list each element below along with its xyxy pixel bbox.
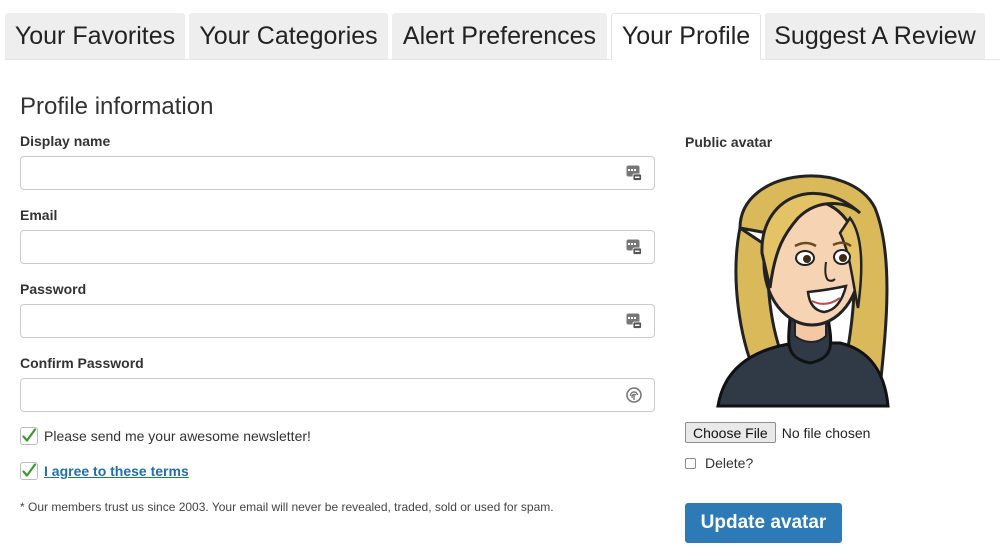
fingerprint-icon[interactable] (626, 387, 642, 403)
delete-avatar-row: Delete? (685, 455, 753, 471)
avatar-image (716, 174, 890, 408)
privacy-footnote: * Our members trust us since 2003. Your … (20, 500, 554, 514)
password-field-wrapper (20, 304, 655, 338)
file-status: No file chosen (781, 424, 871, 441)
newsletter-checkbox[interactable] (20, 427, 38, 445)
email-label: Email (20, 207, 58, 223)
display-name-input[interactable] (29, 158, 623, 190)
public-avatar-label: Public avatar (685, 134, 773, 150)
terms-checkbox[interactable] (20, 462, 38, 480)
newsletter-label: Please send me your awesome newsletter! (44, 428, 311, 444)
update-avatar-button[interactable]: Update avatar (685, 503, 842, 543)
tabs-divider (5, 59, 1000, 60)
checkmark-icon (22, 428, 37, 442)
delete-avatar-checkbox[interactable] (685, 457, 696, 469)
terms-row: I agree to these terms (20, 462, 189, 480)
avatar-file-row: Choose File No file chosen (685, 422, 870, 443)
tab-alert-preferences[interactable]: Alert Preferences (392, 13, 607, 59)
password-label: Password (20, 281, 87, 297)
terms-link[interactable]: I agree to these terms (44, 463, 189, 479)
password-manager-icon[interactable] (626, 165, 642, 181)
choose-file-button[interactable]: Choose File (685, 422, 776, 443)
confirm-password-input[interactable] (29, 380, 623, 412)
email-field-wrapper (20, 230, 655, 264)
email-input[interactable] (29, 232, 623, 264)
tab-your-profile[interactable]: Your Profile (611, 13, 761, 60)
newsletter-row: Please send me your awesome newsletter! (20, 427, 311, 445)
tab-your-categories[interactable]: Your Categories (189, 13, 388, 59)
section-title: Profile information (20, 93, 214, 120)
tab-your-favorites[interactable]: Your Favorites (5, 13, 185, 59)
profile-tabs: Your Favorites Your Categories Alert Pre… (0, 0, 1000, 60)
password-manager-icon[interactable] (626, 313, 642, 329)
confirm-password-field-wrapper (20, 378, 655, 412)
display-name-field-wrapper (20, 156, 655, 190)
password-input[interactable] (29, 306, 623, 338)
password-manager-icon[interactable] (626, 239, 642, 255)
display-name-label: Display name (20, 133, 111, 149)
confirm-password-label: Confirm Password (20, 355, 144, 371)
tab-suggest-a-review[interactable]: Suggest A Review (765, 13, 985, 59)
checkmark-icon (22, 463, 37, 477)
delete-avatar-label: Delete? (705, 455, 754, 471)
